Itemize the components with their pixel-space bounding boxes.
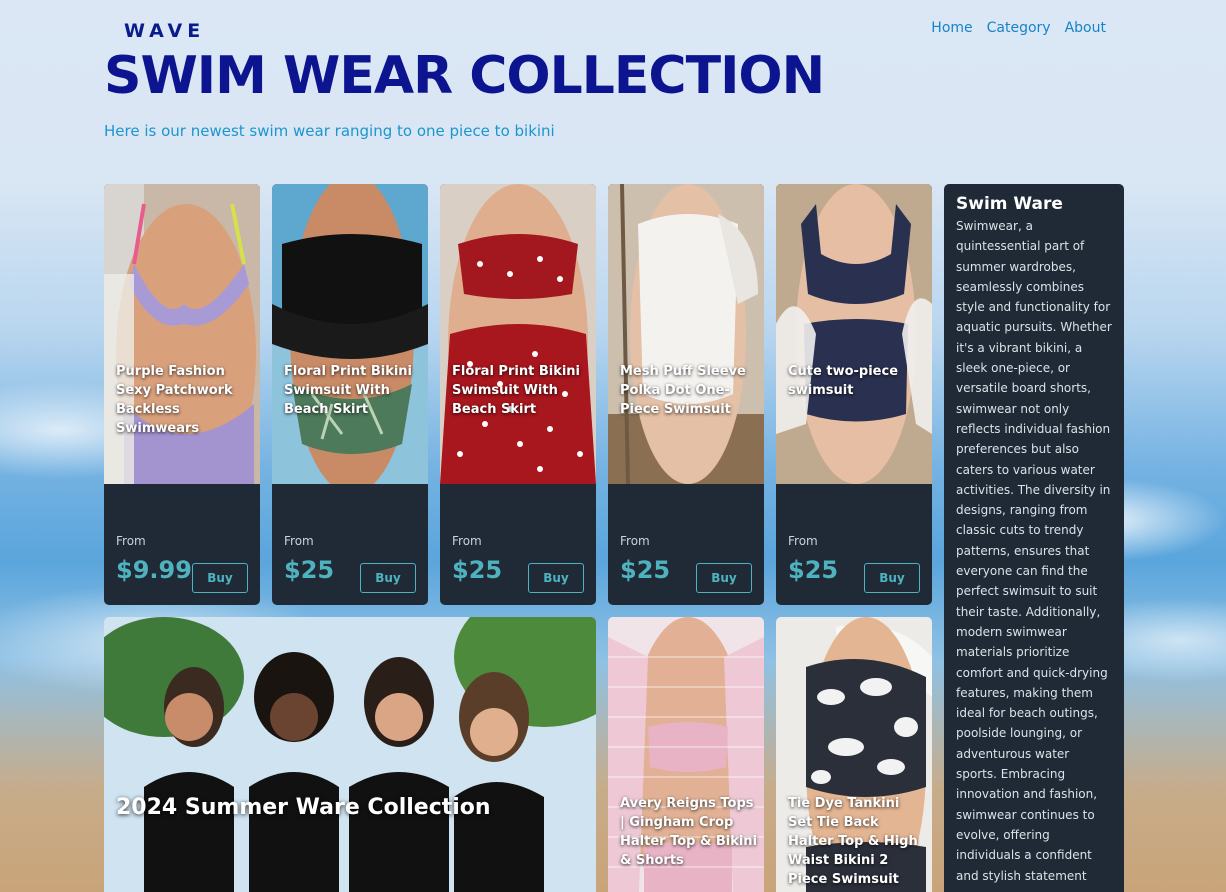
product-price: $9.99 bbox=[116, 556, 192, 584]
product-name: Avery Reigns Tops | Gingham Crop Halter … bbox=[620, 796, 758, 868]
product-price: $25 bbox=[620, 556, 671, 584]
product-card[interactable]: Cute two-piece swimsuit From $25 Buy bbox=[776, 184, 932, 605]
buy-button[interactable]: Buy bbox=[192, 563, 248, 593]
info-panel: Swim Ware Swimwear, a quintessential par… bbox=[944, 184, 1124, 892]
feature-image bbox=[104, 617, 596, 892]
product-image[interactable] bbox=[104, 184, 260, 484]
product-card[interactable]: Purple Fashion Sexy Patchwork Backless S… bbox=[104, 184, 260, 605]
info-body: Swimwear, a quintessential part of summe… bbox=[956, 219, 1112, 883]
product-price: $25 bbox=[788, 556, 839, 584]
buy-button[interactable]: Buy bbox=[864, 563, 920, 593]
feature-banner[interactable]: 2024 Summer Ware Collection bbox=[104, 617, 596, 892]
buy-button[interactable]: Buy bbox=[528, 563, 584, 593]
nav-home-link[interactable]: Home bbox=[931, 20, 972, 36]
product-name: Floral Print Bikini Swimsuit With Beach … bbox=[452, 364, 581, 417]
product-name: Mesh Puff Sleeve Polka Dot One-Piece Swi… bbox=[620, 364, 746, 417]
product-image[interactable] bbox=[272, 184, 428, 484]
from-label: From bbox=[620, 534, 650, 548]
top-nav: Home Category About bbox=[931, 20, 1106, 36]
product-card[interactable]: Floral Print Bikini Swimsuit With Beach … bbox=[272, 184, 428, 605]
brand-logo[interactable]: WAVE bbox=[124, 20, 205, 42]
product-image[interactable] bbox=[776, 184, 932, 484]
from-label: From bbox=[116, 534, 146, 548]
product-card[interactable]: Mesh Puff Sleeve Polka Dot One-Piece Swi… bbox=[608, 184, 764, 605]
product-image[interactable] bbox=[608, 184, 764, 484]
from-label: From bbox=[788, 534, 818, 548]
from-label: From bbox=[452, 534, 482, 548]
page-subtitle: Here is our newest swim wear ranging to … bbox=[104, 122, 555, 140]
product-image[interactable] bbox=[440, 184, 596, 484]
buy-button[interactable]: Buy bbox=[696, 563, 752, 593]
info-title: Swim Ware bbox=[956, 194, 1063, 214]
product-name: Floral Print Bikini Swimsuit With Beach … bbox=[284, 364, 413, 417]
nav-about-link[interactable]: About bbox=[1065, 20, 1106, 36]
product-name: Tie Dye Tankini Set Tie Back Halter Top … bbox=[788, 796, 918, 887]
from-label: From bbox=[284, 534, 314, 548]
product-price: $25 bbox=[452, 556, 503, 584]
product-price: $25 bbox=[284, 556, 335, 584]
product-card[interactable]: Tie Dye Tankini Set Tie Back Halter Top … bbox=[776, 617, 932, 892]
nav-category-link[interactable]: Category bbox=[987, 20, 1051, 36]
product-name: Purple Fashion Sexy Patchwork Backless S… bbox=[116, 364, 233, 436]
feature-title: 2024 Summer Ware Collection bbox=[116, 795, 491, 820]
product-card[interactable]: Floral Print Bikini Swimsuit With Beach … bbox=[440, 184, 596, 605]
buy-button[interactable]: Buy bbox=[360, 563, 416, 593]
product-card[interactable]: Avery Reigns Tops | Gingham Crop Halter … bbox=[608, 617, 764, 892]
product-name: Cute two-piece swimsuit bbox=[788, 364, 899, 398]
page-title: SWIM WEAR COLLECTION bbox=[104, 46, 825, 106]
